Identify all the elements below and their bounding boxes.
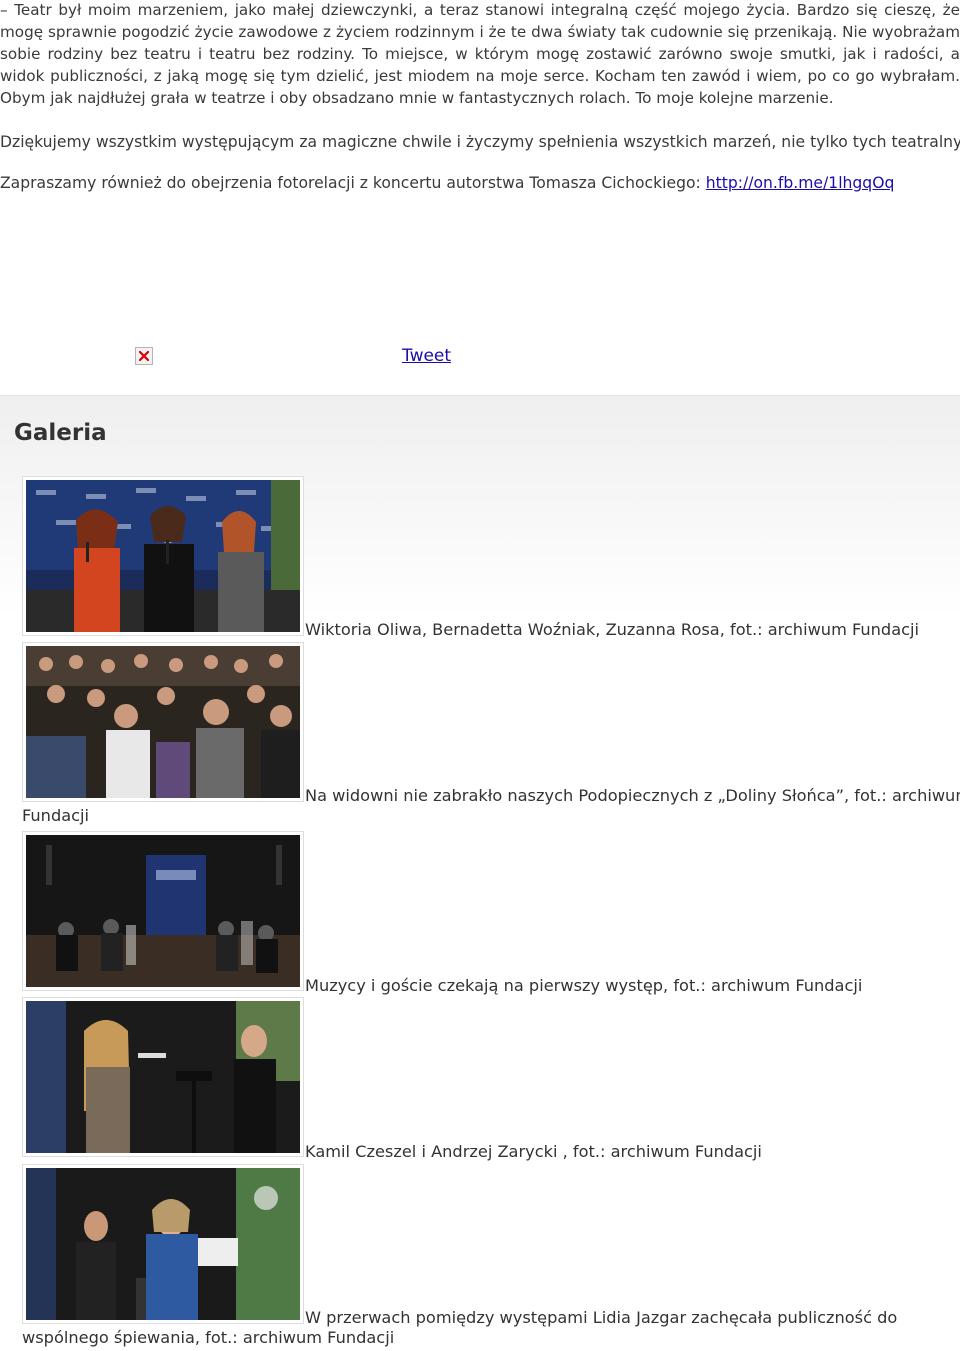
- gallery-caption-2-line2: Fundacji: [22, 806, 90, 825]
- invite-text: Zapraszamy również do obejrzenia fotorel…: [0, 174, 706, 192]
- gallery-photo-duo[interactable]: [22, 997, 304, 1157]
- gallery-photo-audience[interactable]: [22, 642, 304, 802]
- article-paragraph-quote: – Teatr był moim marzeniem, jako małej d…: [0, 1, 960, 107]
- article-paragraph-invite: Zapraszamy również do obejrzenia fotorel…: [0, 172, 960, 194]
- gallery-photo-musicians[interactable]: [22, 831, 304, 991]
- gallery-photo-singers[interactable]: [22, 476, 304, 636]
- gallery-caption-2-line1: Na widowni nie zabrakło naszych Podopiec…: [305, 786, 960, 805]
- gallery-caption-1: Wiktoria Oliwa, Bernadetta Woźniak, Zuza…: [305, 620, 920, 639]
- gallery-caption-5-line1: W przerwach pomiędzy występami Lidia Jaz…: [305, 1308, 898, 1327]
- broken-image-icon[interactable]: [135, 347, 153, 365]
- gallery-caption-4: Kamil Czeszel i Andrzej Zarycki , fot.: …: [305, 1142, 762, 1161]
- gallery-title: Galeria: [14, 420, 107, 446]
- share-row: Tweet: [0, 340, 960, 380]
- gallery-section: Galeria Wiktoria Oliwa, Bernadetta Woźni…: [0, 395, 960, 1351]
- gallery-photo-singing[interactable]: [22, 1164, 304, 1324]
- article-paragraph-thanks: Dziękujemy wszystkim występującym za mag…: [0, 133, 960, 151]
- tweet-link[interactable]: Tweet: [402, 346, 451, 366]
- gallery-caption-3: Muzycy i goście czekają na pierwszy wyst…: [305, 976, 863, 995]
- photo-report-link[interactable]: http://on.fb.me/1lhgqOq: [706, 174, 895, 192]
- gallery-caption-5-line2: wspólnego śpiewania, fot.: archiwum Fund…: [22, 1328, 395, 1347]
